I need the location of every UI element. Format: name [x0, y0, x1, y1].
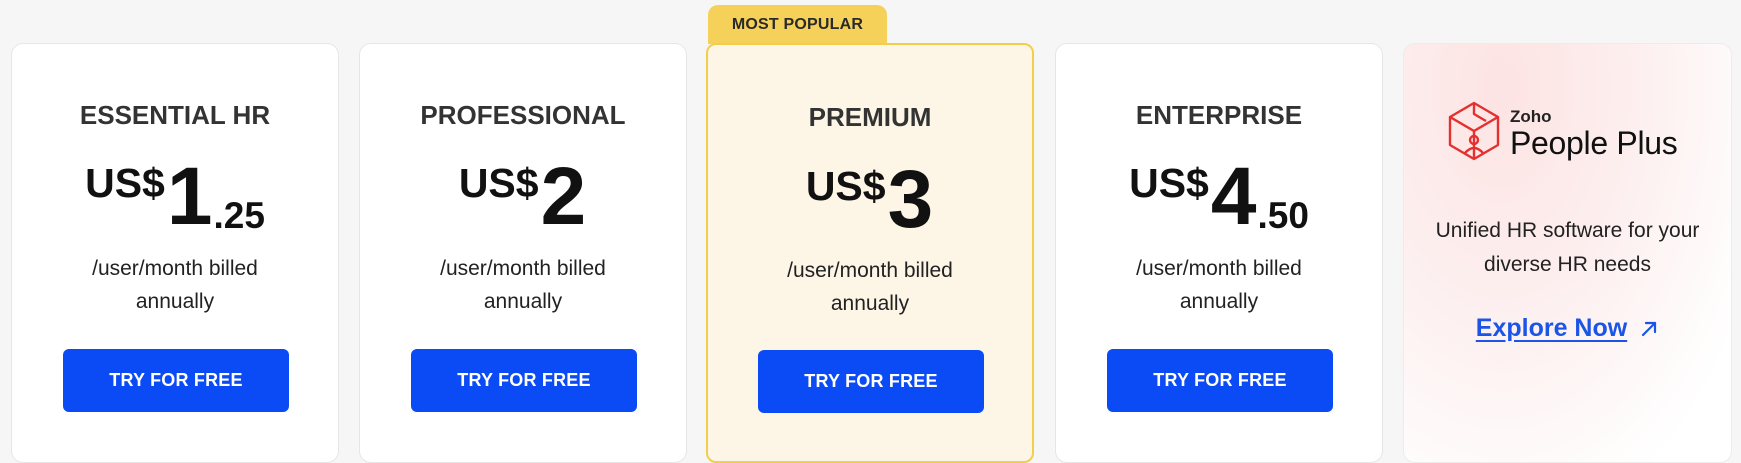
try-for-free-button[interactable]: TRY FOR FREE — [758, 350, 984, 413]
most-popular-badge: MOST POPULAR — [708, 5, 887, 44]
plan-name: PROFESSIONAL — [420, 100, 626, 130]
billing-period: /user/month billed annually — [787, 259, 953, 315]
price-integer: 1 — [166, 151, 213, 242]
plan-name: ESSENTIAL HR — [79, 100, 271, 130]
price-currency: US$ — [458, 160, 539, 206]
promo-description: Unified HR software for your diverse HR … — [1435, 219, 1700, 276]
price-currency: US$ — [805, 163, 886, 209]
price-currency: US$ — [1129, 160, 1209, 206]
plan-card-professional: PROFESSIONAL US$ 2 /user/month billed an… — [359, 43, 687, 463]
explore-now-link[interactable]: Explore Now — [1404, 314, 1731, 343]
price-decimal: .25 — [213, 195, 265, 236]
price-integer: 2 — [540, 151, 587, 242]
billing-period: /user/month billed annually — [440, 257, 606, 313]
plan-card-premium: PREMIUM US$ 3 /user/month billed annuall… — [706, 43, 1034, 463]
billing-period: /user/month billed annually — [92, 257, 258, 313]
plan-price: US$ 2 — [360, 154, 686, 240]
price-currency: US$ — [85, 160, 165, 206]
plan-price: US$ 3 — [708, 157, 1032, 243]
try-for-free-button[interactable]: TRY FOR FREE — [411, 349, 637, 412]
arrow-up-right-icon — [1639, 319, 1659, 339]
plan-name: PREMIUM — [808, 102, 932, 132]
people-plus-logo: Zoho People Plus — [1446, 100, 1678, 167]
explore-now-label[interactable]: Explore Now — [1476, 314, 1627, 343]
price-integer: 3 — [887, 154, 934, 245]
plan-price: US$ 4 .50 — [1056, 154, 1382, 240]
plan-name: ENTERPRISE — [1135, 100, 1303, 130]
try-for-free-button[interactable]: TRY FOR FREE — [63, 349, 289, 412]
logo-product-name: People Plus — [1510, 124, 1678, 161]
try-for-free-button[interactable]: TRY FOR FREE — [1107, 349, 1333, 412]
people-plus-logo-icon — [1446, 100, 1502, 167]
plan-price: US$ 1 .25 — [12, 154, 338, 240]
logo-brand: Zoho — [1510, 106, 1552, 126]
price-decimal: .50 — [1257, 195, 1309, 236]
plan-card-enterprise: ENTERPRISE US$ 4 .50 /user/month billed … — [1055, 43, 1383, 463]
price-integer: 4 — [1210, 151, 1257, 242]
billing-period: /user/month billed annually — [1136, 257, 1302, 313]
plan-card-essential-hr: ESSENTIAL HR US$ 1 .25 /user/month bille… — [11, 43, 339, 463]
people-plus-promo-card: Zoho People Plus Unified HR software for… — [1403, 43, 1732, 463]
